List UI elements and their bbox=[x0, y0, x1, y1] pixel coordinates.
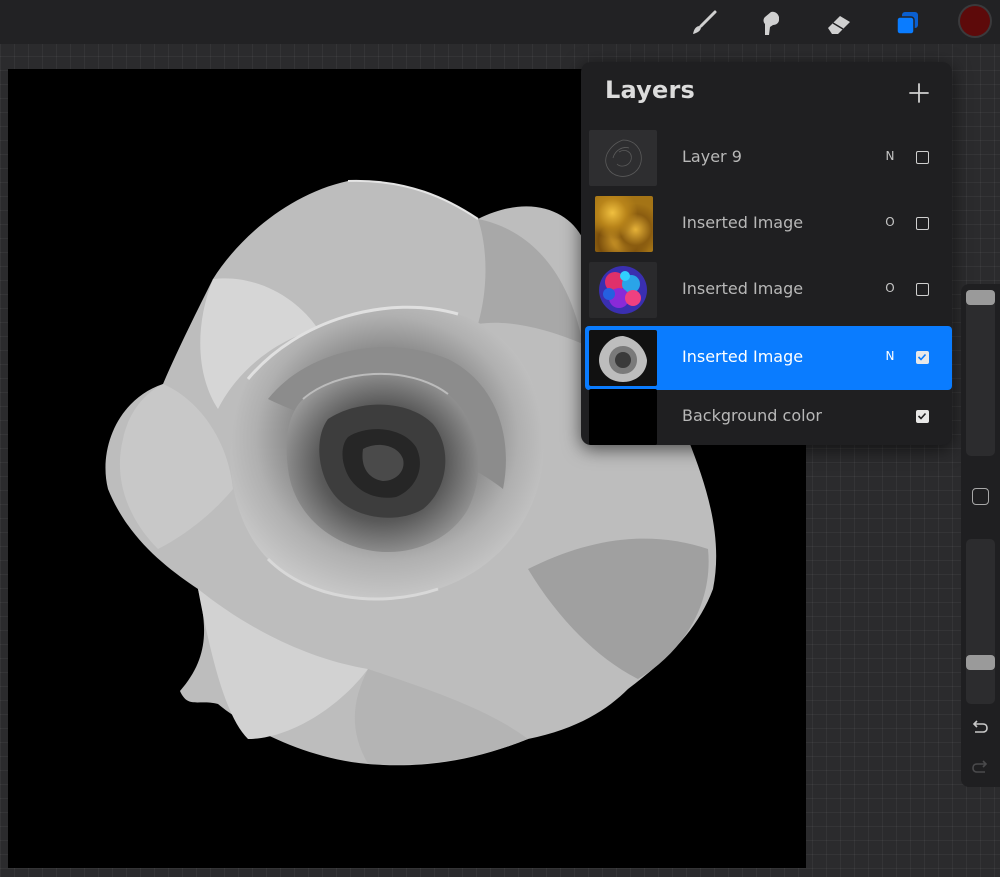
layer-row-background-color[interactable]: Background color bbox=[585, 385, 952, 449]
smudge-icon bbox=[763, 11, 779, 35]
brush-icon bbox=[693, 10, 717, 34]
layer-visibility-checkbox[interactable] bbox=[916, 283, 929, 296]
undo-icon bbox=[972, 720, 988, 733]
add-layer-button[interactable] bbox=[905, 79, 933, 107]
blend-mode-button[interactable]: O bbox=[883, 281, 897, 295]
redo-button[interactable] bbox=[969, 756, 991, 778]
brush-opacity-thumb[interactable] bbox=[966, 655, 995, 670]
checkmark-icon bbox=[917, 412, 927, 420]
undo-button[interactable] bbox=[969, 716, 991, 738]
layer-thumbnail bbox=[589, 130, 657, 186]
brush-tool-button[interactable] bbox=[686, 5, 722, 41]
layer-row-inserted-image-gold[interactable]: Inserted Image O bbox=[585, 192, 952, 256]
layer-visibility-checkbox[interactable] bbox=[916, 410, 929, 423]
layer-visibility-checkbox[interactable] bbox=[916, 217, 929, 230]
layers-tool-button[interactable] bbox=[889, 5, 925, 41]
layer-visibility-checkbox[interactable] bbox=[916, 151, 929, 164]
blend-mode-button[interactable]: N bbox=[883, 149, 897, 163]
smudge-tool-button[interactable] bbox=[752, 5, 788, 41]
eraser-icon bbox=[828, 16, 850, 34]
brush-size-slider[interactable] bbox=[966, 290, 995, 456]
layer-name: Inserted Image bbox=[682, 213, 804, 232]
layers-panel: Layers Layer 9 N Inserted Image O Insert… bbox=[581, 62, 952, 445]
eraser-tool-button[interactable] bbox=[821, 5, 857, 41]
layer-row-inserted-image-colorful[interactable]: Inserted Image O bbox=[585, 258, 952, 322]
layer-thumbnail bbox=[589, 330, 657, 386]
layer-name: Inserted Image bbox=[682, 347, 804, 366]
color-picker-button[interactable] bbox=[960, 6, 990, 36]
brush-size-thumb[interactable] bbox=[966, 290, 995, 305]
layer-name: Layer 9 bbox=[682, 147, 742, 166]
layer-visibility-checkbox[interactable] bbox=[916, 351, 929, 364]
checkmark-icon bbox=[917, 353, 927, 361]
modify-button[interactable] bbox=[972, 488, 989, 505]
top-toolbar bbox=[0, 0, 1000, 44]
layer-row-layer-9[interactable]: Layer 9 N bbox=[585, 126, 952, 190]
brush-opacity-slider[interactable] bbox=[966, 539, 995, 704]
plus-icon bbox=[909, 83, 929, 103]
layer-name: Inserted Image bbox=[682, 279, 804, 298]
layer-name: Background color bbox=[682, 406, 822, 425]
layers-icon bbox=[896, 12, 918, 35]
layer-thumbnail bbox=[595, 196, 653, 252]
layer-thumbnail bbox=[589, 389, 657, 445]
blend-mode-button[interactable]: N bbox=[883, 349, 897, 363]
layers-panel-title: Layers bbox=[605, 76, 695, 104]
layer-row-inserted-image-rose[interactable]: Inserted Image N bbox=[585, 326, 952, 390]
redo-icon bbox=[972, 760, 988, 773]
blend-mode-button[interactable]: O bbox=[883, 215, 897, 229]
layer-thumbnail bbox=[589, 262, 657, 318]
brush-sidebar bbox=[961, 284, 1000, 787]
